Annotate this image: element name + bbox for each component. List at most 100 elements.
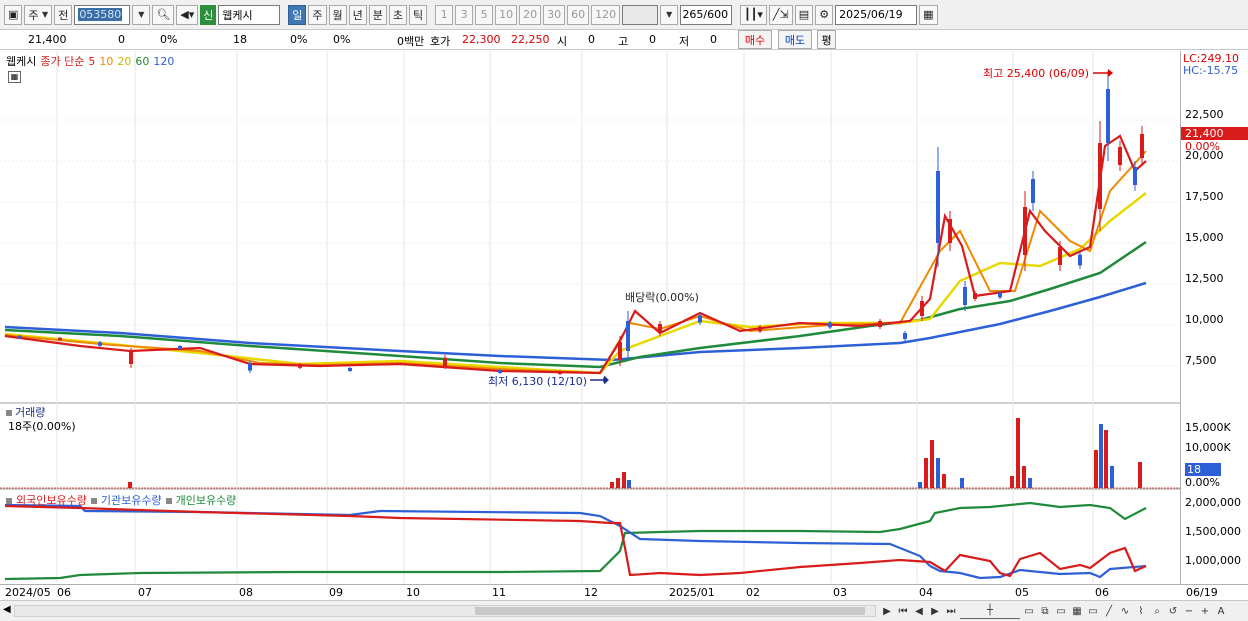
reset-icon[interactable]: ↺	[1166, 603, 1180, 619]
font-size-icon[interactable]: A	[1214, 603, 1228, 619]
scroll-track[interactable]	[14, 605, 876, 617]
view-icon-4[interactable]: ▦	[1070, 603, 1084, 619]
table-icon[interactable]: ▦	[8, 71, 21, 83]
price-candle	[1106, 89, 1110, 143]
period-month[interactable]: 월	[328, 4, 347, 25]
zoom-tool-icon[interactable]: ⌕	[1150, 603, 1164, 619]
period-year[interactable]: 년	[348, 4, 367, 25]
x-tick: 2024/05	[5, 586, 51, 599]
first-icon[interactable]: ⏮	[896, 603, 910, 619]
play-icon[interactable]: ▶	[880, 603, 894, 619]
vol-axis-10000k: 10,000K	[1185, 441, 1231, 454]
plus-icon[interactable]: +	[1198, 603, 1212, 619]
price-axis-20000: 20,000	[1185, 149, 1224, 162]
draw-tool-icon[interactable]: ╱⇲	[768, 4, 793, 25]
last-icon[interactable]: ⏭	[944, 603, 958, 619]
interval-10[interactable]: 10	[495, 4, 518, 25]
view-icon-3[interactable]: ▭	[1054, 603, 1068, 619]
window-icon[interactable]: ▣	[4, 4, 23, 25]
ma-legend-20: 20	[117, 55, 132, 68]
buy-button[interactable]: 매수	[738, 30, 772, 49]
volume-bar	[1010, 476, 1014, 488]
next-icon[interactable]: ▶	[928, 603, 942, 619]
trade-amount: 0백만	[397, 35, 425, 48]
stock-code-input[interactable]: 053580	[74, 4, 131, 25]
interval-60[interactable]: 60	[567, 4, 590, 25]
calendar-icon[interactable]: ▦	[919, 4, 938, 25]
x-tick: 10	[406, 586, 420, 599]
scroll-thumb[interactable]	[475, 607, 865, 615]
interval-input[interactable]	[622, 4, 659, 25]
prev-button[interactable]: 전	[54, 4, 73, 25]
period-tick[interactable]: 틱	[409, 4, 428, 25]
change-percent: 0%	[160, 33, 178, 46]
chart-canvas[interactable]	[0, 51, 1248, 601]
ma-legend-120: 120	[153, 55, 175, 68]
interval-3[interactable]: 3	[455, 4, 474, 25]
gear-icon[interactable]: ⚙	[815, 4, 834, 25]
volume-bar	[1028, 478, 1032, 488]
save-icon[interactable]: ▤	[794, 4, 814, 25]
volume-bar	[1138, 462, 1142, 488]
price-candle	[618, 342, 622, 360]
interval-1[interactable]: 1	[435, 4, 454, 25]
interval-dropdown-icon[interactable]: ▼	[660, 4, 679, 25]
candle-type-icon[interactable]: ┃┃▾	[740, 4, 767, 25]
current-price: 21,400	[28, 33, 67, 46]
market-select[interactable]: 주 ▼	[24, 4, 53, 25]
view-icon-5[interactable]: ▭	[1086, 603, 1100, 619]
interval-120[interactable]: 120	[591, 4, 621, 25]
price-candle	[936, 171, 940, 243]
wave-tool-icon[interactable]: ⌇	[1134, 603, 1148, 619]
price-candle	[626, 321, 630, 351]
view-icon-2[interactable]: ⧉	[1038, 603, 1052, 619]
chart-area[interactable]: 웹케시 종가 단순 5 10 20 60 120 ▦ 최고 25,400 (06/09) 최…	[0, 51, 1248, 601]
volume-bar	[1104, 430, 1108, 488]
new-badge: 신	[200, 4, 217, 25]
interval-20[interactable]: 20	[519, 4, 542, 25]
period-second[interactable]: 초	[388, 4, 408, 25]
x-tick: 04	[919, 586, 933, 599]
x-tick: 09	[329, 586, 343, 599]
high-annotation: 최고 25,400 (06/09)	[983, 67, 1090, 80]
price-candle	[1140, 134, 1144, 158]
line-tool-icon[interactable]: ╱	[1102, 603, 1116, 619]
period-day[interactable]: 일	[288, 4, 307, 25]
price-candle	[878, 321, 882, 327]
average-button[interactable]: 평	[817, 30, 836, 49]
low-annotation: 최저 6,130 (12/10)	[488, 375, 588, 388]
code-dropdown-icon[interactable]: ▼	[132, 4, 151, 25]
minus-icon[interactable]: −	[1182, 603, 1196, 619]
x-tick: 06	[57, 586, 71, 599]
x-tick: 03	[833, 586, 847, 599]
price-candle	[348, 368, 352, 371]
data-count-field[interactable]: 265/600	[680, 4, 733, 25]
x-axis: 2024/05 06 07 08 09 10 11 12 2025/01 02 …	[0, 584, 1248, 600]
right-axis: LC:249.10 HC:-15.75 22,500 21,400 0.00% …	[1180, 51, 1248, 601]
search-icon[interactable]: 🔍︎	[152, 4, 175, 25]
interval-5[interactable]: 5	[475, 4, 494, 25]
price-candle	[828, 322, 832, 328]
sell-button[interactable]: 매도	[778, 30, 812, 49]
x-tick: 07	[138, 586, 152, 599]
price-candle	[698, 315, 702, 323]
period-minute[interactable]: 분	[368, 4, 387, 25]
change-value: 0	[118, 33, 125, 46]
view-icon-1[interactable]: ▭	[1022, 603, 1036, 619]
trend-tool-icon[interactable]: ∿	[1118, 603, 1132, 619]
zoom-slider[interactable]: ┼	[960, 603, 1020, 619]
x-tick: 08	[239, 586, 253, 599]
scroll-left-icon[interactable]: ◀	[3, 604, 11, 615]
date-field[interactable]: 2025/06/19	[835, 4, 918, 25]
current-volume-tag: 18	[1185, 463, 1221, 476]
speaker-icon[interactable]: ◀▾	[176, 4, 199, 25]
volume-percent-1: 0%	[290, 33, 308, 46]
stock-name-field[interactable]: 웹케시	[218, 4, 281, 25]
ma20-line	[4, 192, 1147, 375]
chart-scrollbar[interactable]: ◀ ▶ ⏮ ◀ ▶ ⏭ ┼ ▭ ⧉ ▭ ▦ ▭ ╱ ∿ ⌇ ⌕ ↺ − + A	[0, 600, 1248, 621]
period-week[interactable]: 주	[308, 4, 327, 25]
current-volume-pct: 0.00%	[1185, 476, 1220, 489]
prev-icon[interactable]: ◀	[912, 603, 926, 619]
hoga-label: 호가	[430, 35, 451, 48]
interval-30[interactable]: 30	[543, 4, 566, 25]
